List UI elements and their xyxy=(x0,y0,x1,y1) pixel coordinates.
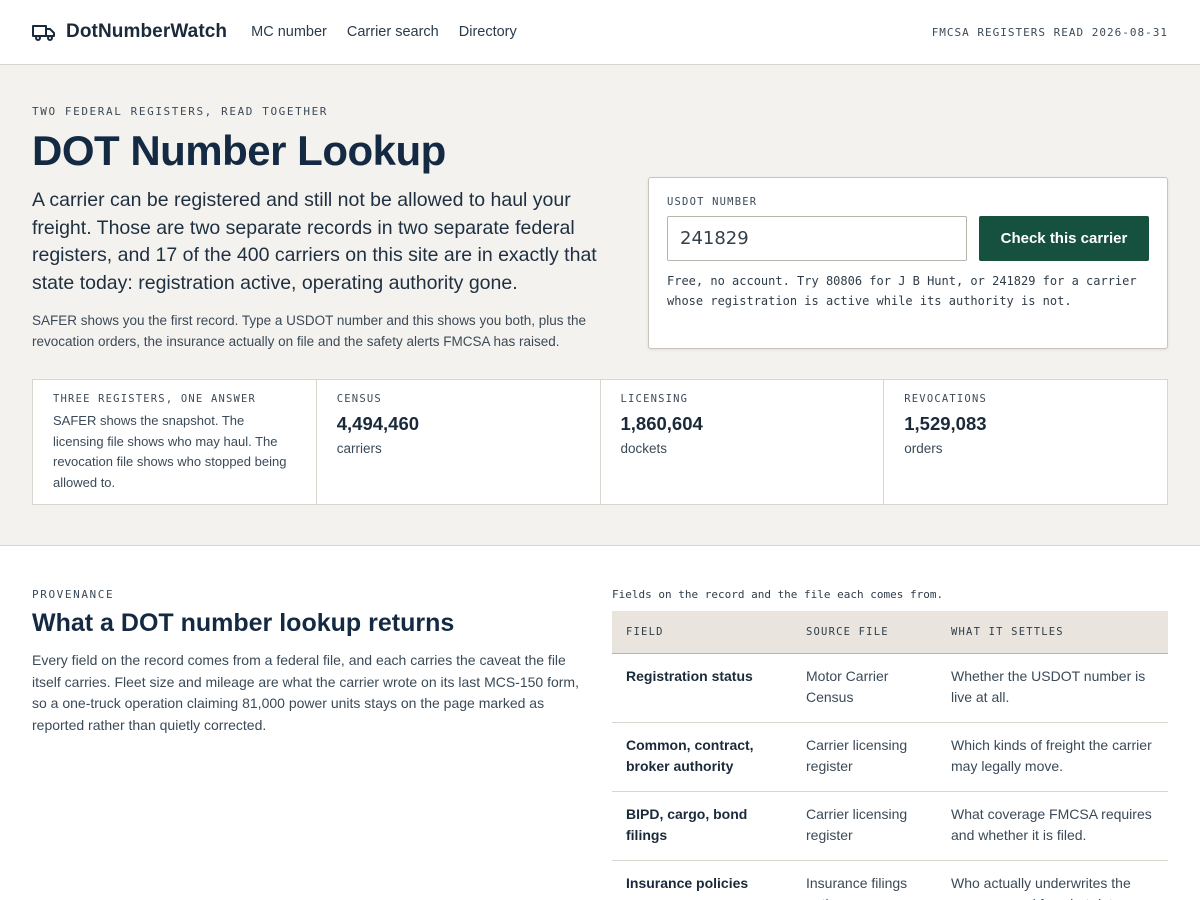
table-row: Common, contract, broker authority Carri… xyxy=(612,722,1168,792)
check-carrier-button[interactable]: Check this carrier xyxy=(979,216,1149,261)
brand-name: DotNumberWatch xyxy=(66,21,228,42)
truck-icon xyxy=(32,25,55,41)
row-field: Common, contract, broker authority xyxy=(612,722,792,792)
row-field: Registration status xyxy=(612,653,792,723)
usdot-label: USDOT NUMBER xyxy=(667,196,758,208)
stat-label: CENSUS xyxy=(336,393,382,405)
stat-unit: carriers xyxy=(336,441,382,456)
brand-logo[interactable]: DotNumberWatch xyxy=(32,20,227,44)
row-field: BIPD, cargo, bond filings xyxy=(612,791,792,861)
top-nav-bar: DotNumberWatch MC number Carrier search … xyxy=(0,0,1200,65)
stat-licensing: LICENSING 1,860,604 dockets xyxy=(599,380,884,504)
main-nav: MC number Carrier search Directory xyxy=(251,24,517,40)
row-settles: Who actually underwrites the coverage an… xyxy=(937,860,1168,900)
provenance-table: FIELD SOURCE FILE WHAT IT SETTLES Regist… xyxy=(612,611,1168,900)
row-source: Insurance filings notices xyxy=(792,860,937,900)
stat-intro-label: THREE REGISTERS, ONE ANSWER xyxy=(53,393,257,405)
registers-read-date: FMCSA REGISTERS READ 2026-08-31 xyxy=(931,25,1168,39)
register-stats: THREE REGISTERS, ONE ANSWER SAFER shows … xyxy=(32,379,1168,505)
stat-value: 1,529,083 xyxy=(904,413,987,434)
hero-lead: A carrier can be registered and still no… xyxy=(32,189,597,294)
hero-section: TWO FEDERAL REGISTERS, READ TOGETHER DOT… xyxy=(0,65,1200,546)
hero-eyebrow: TWO FEDERAL REGISTERS, READ TOGETHER xyxy=(32,105,329,118)
row-field: Insurance policies xyxy=(612,860,792,900)
stat-value: 4,494,460 xyxy=(336,413,420,434)
row-source: Carrier licensing register xyxy=(792,791,937,861)
stat-value: 1,860,604 xyxy=(620,413,703,434)
page-title: DOT Number Lookup xyxy=(32,127,446,174)
lookup-hint: Free, no account. Try 80806 for J B Hunt… xyxy=(667,274,1137,308)
column-header-field: FIELD xyxy=(612,611,792,654)
hero-subtext: SAFER shows you the first record. Type a… xyxy=(32,313,587,349)
nav-link-carrier-search[interactable]: Carrier search xyxy=(347,24,439,40)
stat-revocations: REVOCATIONS 1,529,083 orders xyxy=(883,380,1167,504)
stat-label: LICENSING xyxy=(620,393,689,405)
provenance-eyebrow: PROVENANCE xyxy=(32,588,115,601)
table-caption: Fields on the record and the file each c… xyxy=(612,588,944,601)
stat-intro-text: SAFER shows the snapshot. The licensing … xyxy=(53,413,287,490)
table-row: BIPD, cargo, bond filings Carrier licens… xyxy=(612,791,1168,861)
column-header-source: SOURCE FILE xyxy=(792,611,937,654)
nav-link-directory[interactable]: Directory xyxy=(459,24,517,40)
table-row: Insurance policies Insurance filings not… xyxy=(612,860,1168,900)
stat-intro: THREE REGISTERS, ONE ANSWER SAFER shows … xyxy=(33,380,316,504)
stat-unit: dockets xyxy=(620,441,668,456)
row-settles: What coverage FMCSA requires and whether… xyxy=(937,791,1168,861)
stat-census: CENSUS 4,494,460 carriers xyxy=(315,380,600,504)
nav-link-mc-number[interactable]: MC number xyxy=(251,24,327,40)
provenance-title: What a DOT number lookup returns xyxy=(32,609,455,637)
stat-label: REVOCATIONS xyxy=(904,393,987,405)
usdot-input[interactable] xyxy=(667,216,967,261)
table-header-row: FIELD SOURCE FILE WHAT IT SETTLES xyxy=(612,611,1168,654)
dot-lookup-form: USDOT NUMBER Check this carrier Free, no… xyxy=(648,177,1168,349)
column-header-settles: WHAT IT SETTLES xyxy=(937,611,1168,654)
row-source: Motor Carrier Census xyxy=(792,653,937,723)
row-settles: Which kinds of freight the carrier may l… xyxy=(937,722,1168,792)
stat-unit: orders xyxy=(904,441,943,456)
provenance-body: Every field on the record comes from a f… xyxy=(32,652,579,733)
table-row: Registration status Motor Carrier Census… xyxy=(612,653,1168,723)
row-settles: Whether the USDOT number is live at all. xyxy=(937,653,1168,723)
row-source: Carrier licensing register xyxy=(792,722,937,792)
provenance-section: PROVENANCE What a DOT number lookup retu… xyxy=(0,546,1200,900)
